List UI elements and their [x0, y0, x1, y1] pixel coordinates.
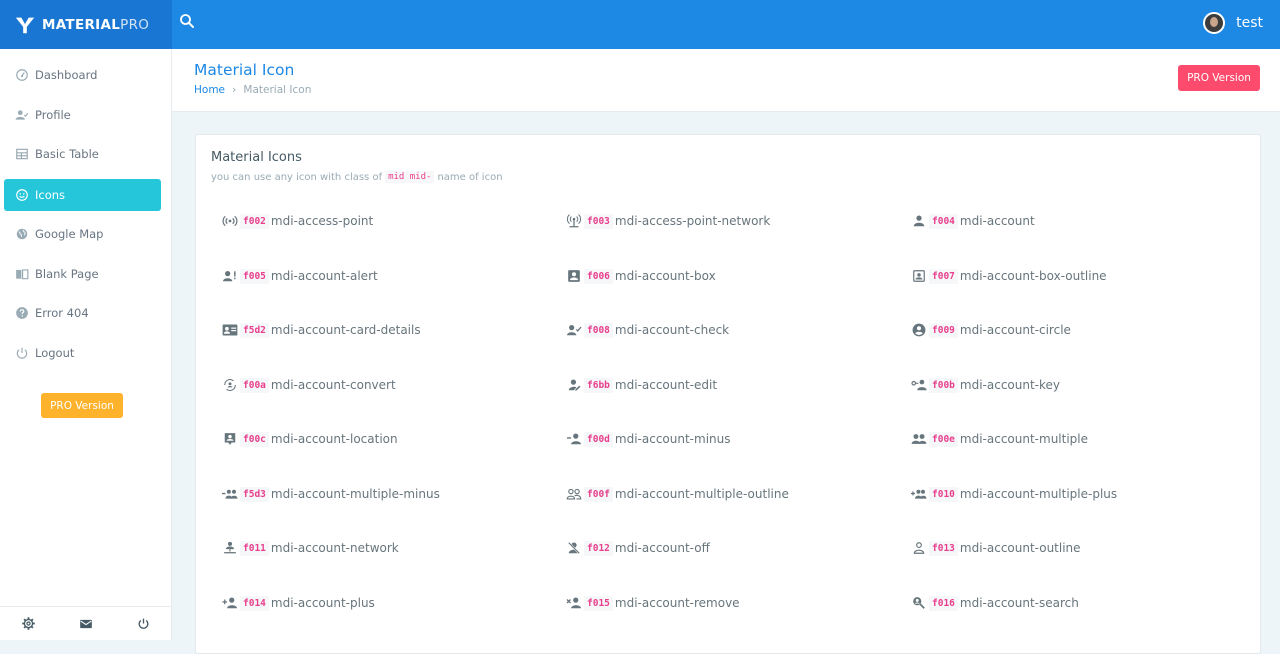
icon-item[interactable]: f5d3 mdi-account-multiple-minus [222, 485, 440, 503]
account-multiple-icon [911, 432, 927, 446]
sidebar-item-icons[interactable]: Icons [4, 179, 161, 211]
logo-icon [15, 17, 35, 33]
sidebar-item-google-map[interactable]: Google Map [4, 218, 161, 250]
account-minus-icon [566, 432, 582, 446]
account-alert-icon [222, 269, 238, 283]
table-icon [15, 147, 29, 161]
sidebar-footer [0, 606, 172, 640]
account-remove-icon [566, 596, 582, 610]
book-open-icon [15, 267, 29, 281]
sidebar-item-label: Basic Table [35, 147, 99, 161]
sidebar-item-logout[interactable]: Logout [4, 337, 161, 369]
icon-item[interactable]: f007 mdi-account-box-outline [911, 267, 1107, 285]
class-prefix-code: mid mid- [385, 171, 435, 183]
search-icon [180, 14, 194, 28]
icon-item[interactable]: f00c mdi-account-location [222, 430, 398, 448]
account-outline-icon [911, 541, 927, 555]
icon-item[interactable]: f003 mdi-access-point-network [566, 212, 770, 230]
page-title-bar: Material Icon Home › Material Icon PRO V… [172, 49, 1280, 112]
icon-item[interactable]: f009 mdi-account-circle [911, 321, 1071, 339]
account-box-outline-icon [911, 269, 927, 283]
card-title: Material Icons [211, 150, 302, 165]
sidebar-item-label: Dashboard [35, 68, 98, 82]
page-title: Material Icon [194, 61, 295, 79]
icon-item[interactable]: f002 mdi-access-point [222, 212, 373, 230]
sidebar-item-error-404[interactable]: Error 404 [4, 297, 161, 329]
account-circle-icon [911, 323, 927, 337]
sidebar-item-basic-table[interactable]: Basic Table [4, 138, 161, 170]
account-key-icon [911, 378, 927, 392]
icon-item[interactable]: f012 mdi-account-off [566, 539, 710, 557]
brand[interactable]: MATERIALPRO [0, 0, 172, 49]
icon-item[interactable]: f5d2 mdi-account-card-details [222, 321, 421, 339]
account-location-icon [222, 432, 238, 446]
breadcrumb-home-link[interactable]: Home [194, 84, 225, 96]
access-point-icon [222, 214, 238, 228]
account-network-icon [222, 541, 238, 555]
emoticon-icon [15, 188, 29, 202]
icon-item[interactable]: f00e mdi-account-multiple [911, 430, 1088, 448]
icon-item[interactable]: f00f mdi-account-multiple-outline [566, 485, 789, 503]
account-off-icon [566, 541, 582, 555]
icon-item[interactable]: f00a mdi-account-convert [222, 376, 396, 394]
account-box-icon [566, 269, 582, 283]
icon-item[interactable]: f014 mdi-account-plus [222, 594, 375, 612]
account-check-icon [15, 108, 29, 122]
gauge-icon [15, 68, 29, 82]
account-check-icon [566, 323, 582, 337]
search-button[interactable] [178, 12, 200, 34]
power-icon[interactable] [135, 616, 151, 632]
access-point-network-icon [566, 214, 582, 228]
sidebar-pro-version-button[interactable]: PRO Version [41, 393, 123, 418]
avatar[interactable] [1203, 12, 1226, 34]
sidebar-item-label: Blank Page [35, 267, 99, 281]
icon-item[interactable]: f015 mdi-account-remove [566, 594, 740, 612]
pro-version-button[interactable]: PRO Version [1178, 65, 1260, 91]
icon-item[interactable]: f00b mdi-account-key [911, 376, 1060, 394]
sidebar-item-label: Icons [35, 188, 66, 202]
account-edit-icon [566, 378, 582, 392]
card-subtitle: you can use any icon with class of mid m… [211, 171, 503, 183]
account-card-details-icon [222, 323, 238, 337]
icon-item[interactable]: f006 mdi-account-box [566, 267, 716, 285]
account-multiple-plus-icon [911, 487, 927, 501]
sidebar-item-profile[interactable]: Profile [4, 99, 161, 131]
earth-icon [15, 227, 29, 241]
icon-item[interactable]: f010 mdi-account-multiple-plus [911, 485, 1117, 503]
account-convert-icon [222, 378, 238, 392]
mail-icon[interactable] [78, 616, 94, 632]
sidebar: Dashboard Profile Basic Table Icons Goog… [0, 49, 172, 640]
icon-item[interactable]: f016 mdi-account-search [911, 594, 1079, 612]
icon-item[interactable]: f005 mdi-account-alert [222, 267, 378, 285]
power-icon [15, 346, 29, 360]
account-icon [911, 214, 927, 228]
sidebar-item-blank-page[interactable]: Blank Page [4, 258, 161, 290]
icon-item[interactable]: f6bb mdi-account-edit [566, 376, 717, 394]
user-menu[interactable]: test [1203, 12, 1263, 34]
icon-item[interactable]: f004 mdi-account [911, 212, 1035, 230]
account-plus-icon [222, 596, 238, 610]
sidebar-item-dashboard[interactable]: Dashboard [4, 59, 161, 91]
icons-card: Material Icons you can use any icon with… [195, 134, 1261, 654]
sidebar-item-label: Error 404 [35, 306, 89, 320]
account-multiple-outline-icon [566, 487, 582, 501]
account-multiple-minus-icon [222, 487, 238, 501]
help-circle-icon [15, 306, 29, 320]
sidebar-item-label: Logout [35, 346, 75, 360]
account-search-icon [911, 596, 927, 610]
icon-item[interactable]: f013 mdi-account-outline [911, 539, 1081, 557]
icon-item[interactable]: f008 mdi-account-check [566, 321, 729, 339]
icon-item[interactable]: f011 mdi-account-network [222, 539, 399, 557]
chevron-right-icon: › [232, 83, 237, 96]
breadcrumb-current: Material Icon [243, 83, 312, 96]
brand-name: MATERIALPRO [42, 16, 150, 33]
user-name: test [1236, 15, 1263, 31]
settings-icon[interactable] [21, 616, 37, 632]
sidebar-item-label: Google Map [35, 227, 104, 241]
topbar: MATERIALPRO test [0, 0, 1280, 49]
sidebar-item-label: Profile [35, 108, 71, 122]
breadcrumb: Home › Material Icon [194, 83, 311, 96]
icon-item[interactable]: f00d mdi-account-minus [566, 430, 730, 448]
